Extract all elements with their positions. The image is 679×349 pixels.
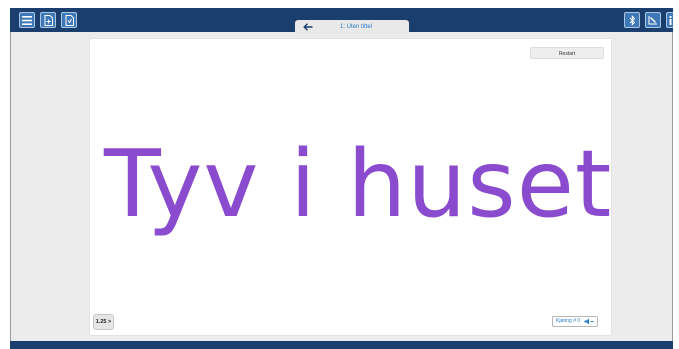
run-counter[interactable]: Kjøring # 0 [552, 316, 598, 327]
arrow-left-icon [303, 22, 313, 31]
canvas-page: Restart Tyv i huset 1.25 > Kjøring # 0 [90, 39, 611, 335]
add-page-button[interactable] [40, 12, 56, 28]
add-page-icon [44, 14, 53, 26]
speed-button[interactable]: 1.25 > [93, 314, 114, 330]
tab-title: 1: Uten tittel [339, 24, 372, 30]
edit-mode-button[interactable] [645, 12, 661, 28]
speaker-icon [584, 318, 594, 325]
bottom-bar [10, 341, 673, 349]
document-icon [65, 14, 74, 26]
info-button[interactable] [666, 12, 673, 28]
back-button[interactable] [301, 21, 315, 32]
run-counter-label: Kjøring # 0 [556, 318, 581, 324]
info-icon [669, 15, 671, 25]
menu-icon [22, 15, 32, 25]
bluetooth-icon [629, 14, 635, 26]
menu-button[interactable] [19, 12, 35, 28]
bluetooth-button[interactable] [624, 12, 640, 28]
document-button[interactable] [61, 12, 77, 28]
main-text: Tyv i huset [104, 130, 613, 238]
restart-button[interactable]: Restart [530, 47, 604, 59]
edit-mode-icon [648, 16, 657, 25]
document-tab[interactable]: 1: Uten tittel [295, 20, 409, 34]
